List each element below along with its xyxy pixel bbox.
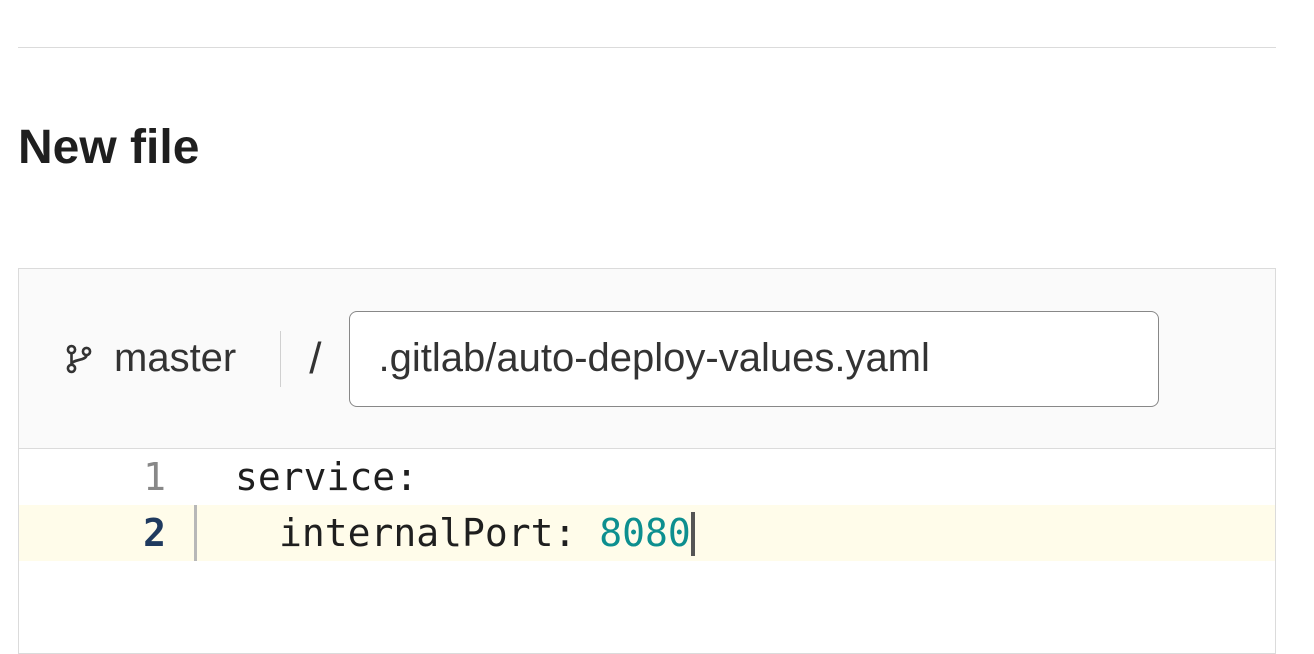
file-editor: master / 1 service: 2 internalPort: 8080 [18, 268, 1276, 654]
filename-input[interactable] [349, 311, 1159, 407]
branch-selector[interactable]: master [64, 336, 236, 381]
vertical-divider [280, 331, 281, 387]
branch-icon [64, 339, 94, 379]
top-divider [18, 47, 1276, 48]
code-line[interactable]: 2 internalPort: 8080 [19, 505, 1275, 561]
page-title: New file [18, 120, 199, 175]
text-cursor [691, 512, 695, 556]
line-number: 2 [19, 505, 194, 561]
code-editor-area[interactable]: 1 service: 2 internalPort: 8080 [19, 449, 1275, 561]
path-separator: / [309, 334, 321, 384]
file-header: master / [19, 269, 1275, 449]
code-content: internalPort: 8080 [197, 505, 695, 561]
branch-name: master [114, 336, 236, 381]
line-number: 1 [19, 449, 194, 505]
code-line[interactable]: 1 service: [19, 449, 1275, 505]
code-content: service: [197, 449, 418, 505]
